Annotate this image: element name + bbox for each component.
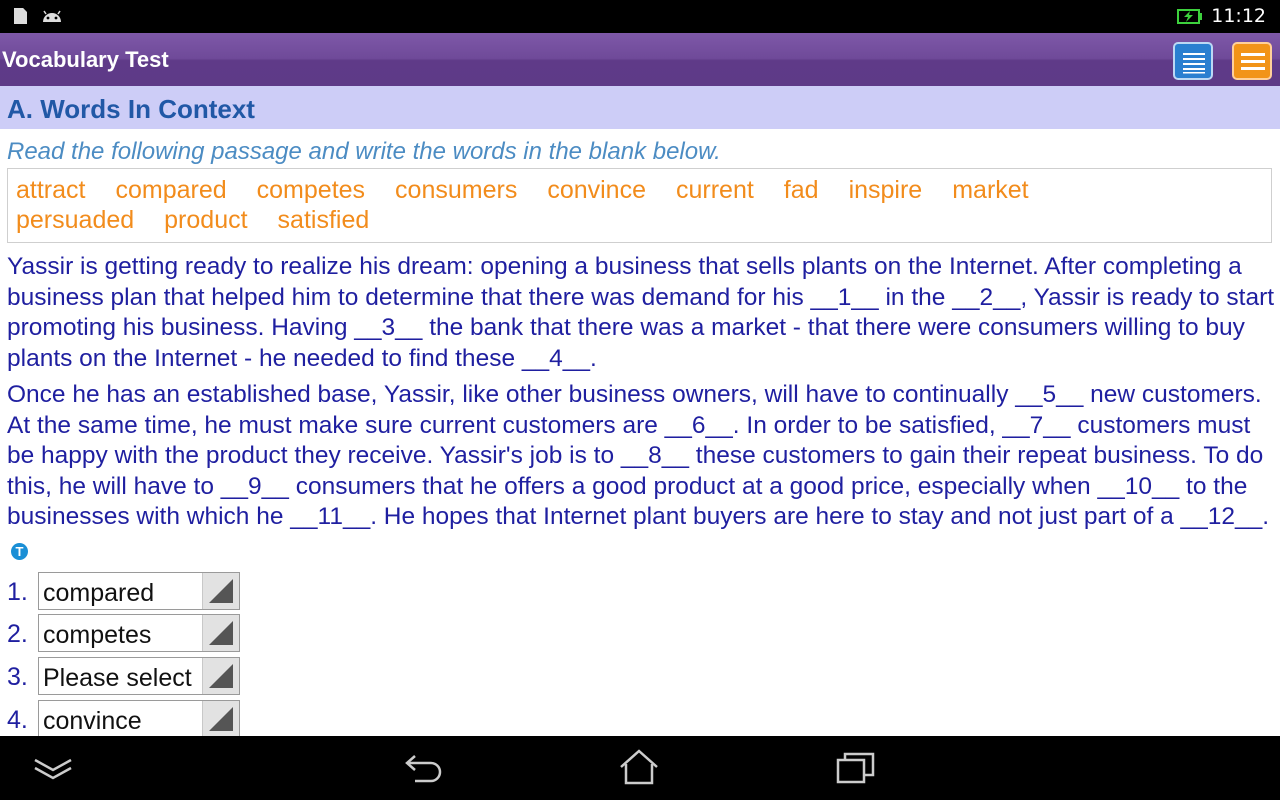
answer-value: convince xyxy=(43,707,142,735)
answer-select[interactable]: Please select xyxy=(38,657,240,695)
android-icon xyxy=(43,10,61,22)
word-bank-item: product xyxy=(164,206,248,234)
answer-row: 4. convince xyxy=(7,700,247,740)
word-bank-item: inspire xyxy=(848,176,923,204)
answer-value: Please select xyxy=(43,664,192,692)
menu-button[interactable] xyxy=(1232,42,1272,80)
answer-number: 4. xyxy=(7,706,28,734)
list-view-button[interactable] xyxy=(1173,42,1213,80)
word-bank-item: compared xyxy=(115,176,227,204)
passage-paragraph: Yassir is getting ready to realize his d… xyxy=(7,253,1275,372)
section-title: A. Words In Context xyxy=(7,94,255,124)
status-bar: 11:12 xyxy=(0,0,1280,33)
list-view-icon xyxy=(1183,53,1205,74)
answer-row: 2. competes xyxy=(7,614,247,654)
dropdown-arrow-icon xyxy=(202,573,239,609)
answer-number: 1. xyxy=(7,578,28,606)
sd-card-icon xyxy=(14,8,27,24)
recent-apps-icon[interactable] xyxy=(835,750,877,786)
back-icon[interactable] xyxy=(403,750,445,786)
word-bank-item: fad xyxy=(783,176,819,204)
passage-text: Once he has an established base, Yassir,… xyxy=(7,381,1270,530)
app-bar: Vocabulary Test xyxy=(0,33,1280,86)
hide-keyboard-icon[interactable] xyxy=(33,756,73,780)
navigation-bar xyxy=(0,736,1280,800)
dropdown-arrow-icon xyxy=(202,615,239,651)
answer-select[interactable]: convince xyxy=(38,700,240,738)
answer-select[interactable]: competes xyxy=(38,614,240,652)
answer-value: competes xyxy=(43,621,152,649)
answer-row: 3. Please select xyxy=(7,657,247,697)
word-bank-item: consumers xyxy=(395,176,518,204)
word-bank-item: persuaded xyxy=(16,206,135,234)
menu-icon xyxy=(1241,53,1265,70)
answer-select[interactable]: compared xyxy=(38,572,240,610)
answer-number: 2. xyxy=(7,620,28,648)
word-bank-item: convince xyxy=(547,176,646,204)
passage-paragraph: Once he has an established base, Yassir,… xyxy=(7,380,1275,563)
status-time: 11:12 xyxy=(1211,5,1266,27)
answer-value: compared xyxy=(43,579,155,607)
answer-row: 1. compared xyxy=(7,572,247,612)
home-icon[interactable] xyxy=(618,748,660,786)
answer-number: 3. xyxy=(7,663,28,691)
word-bank-item: satisfied xyxy=(277,206,370,234)
info-icon[interactable]: T xyxy=(11,542,28,560)
word-bank: attract compared competes consumers convince… xyxy=(7,168,1272,243)
battery-charging-icon xyxy=(1177,8,1203,24)
passage: Yassir is getting ready to realize his d… xyxy=(7,252,1275,569)
word-bank-item: attract xyxy=(16,176,86,204)
word-bank-item: competes xyxy=(256,176,366,204)
app-title: Vocabulary Test xyxy=(2,47,169,72)
word-bank-item: current xyxy=(675,176,754,204)
instructions: Read the following passage and write the… xyxy=(7,138,721,165)
dropdown-arrow-icon xyxy=(202,701,239,737)
section-header: A. Words In Context xyxy=(0,86,1280,129)
dropdown-arrow-icon xyxy=(202,658,239,694)
word-bank-item: market xyxy=(952,176,1029,204)
